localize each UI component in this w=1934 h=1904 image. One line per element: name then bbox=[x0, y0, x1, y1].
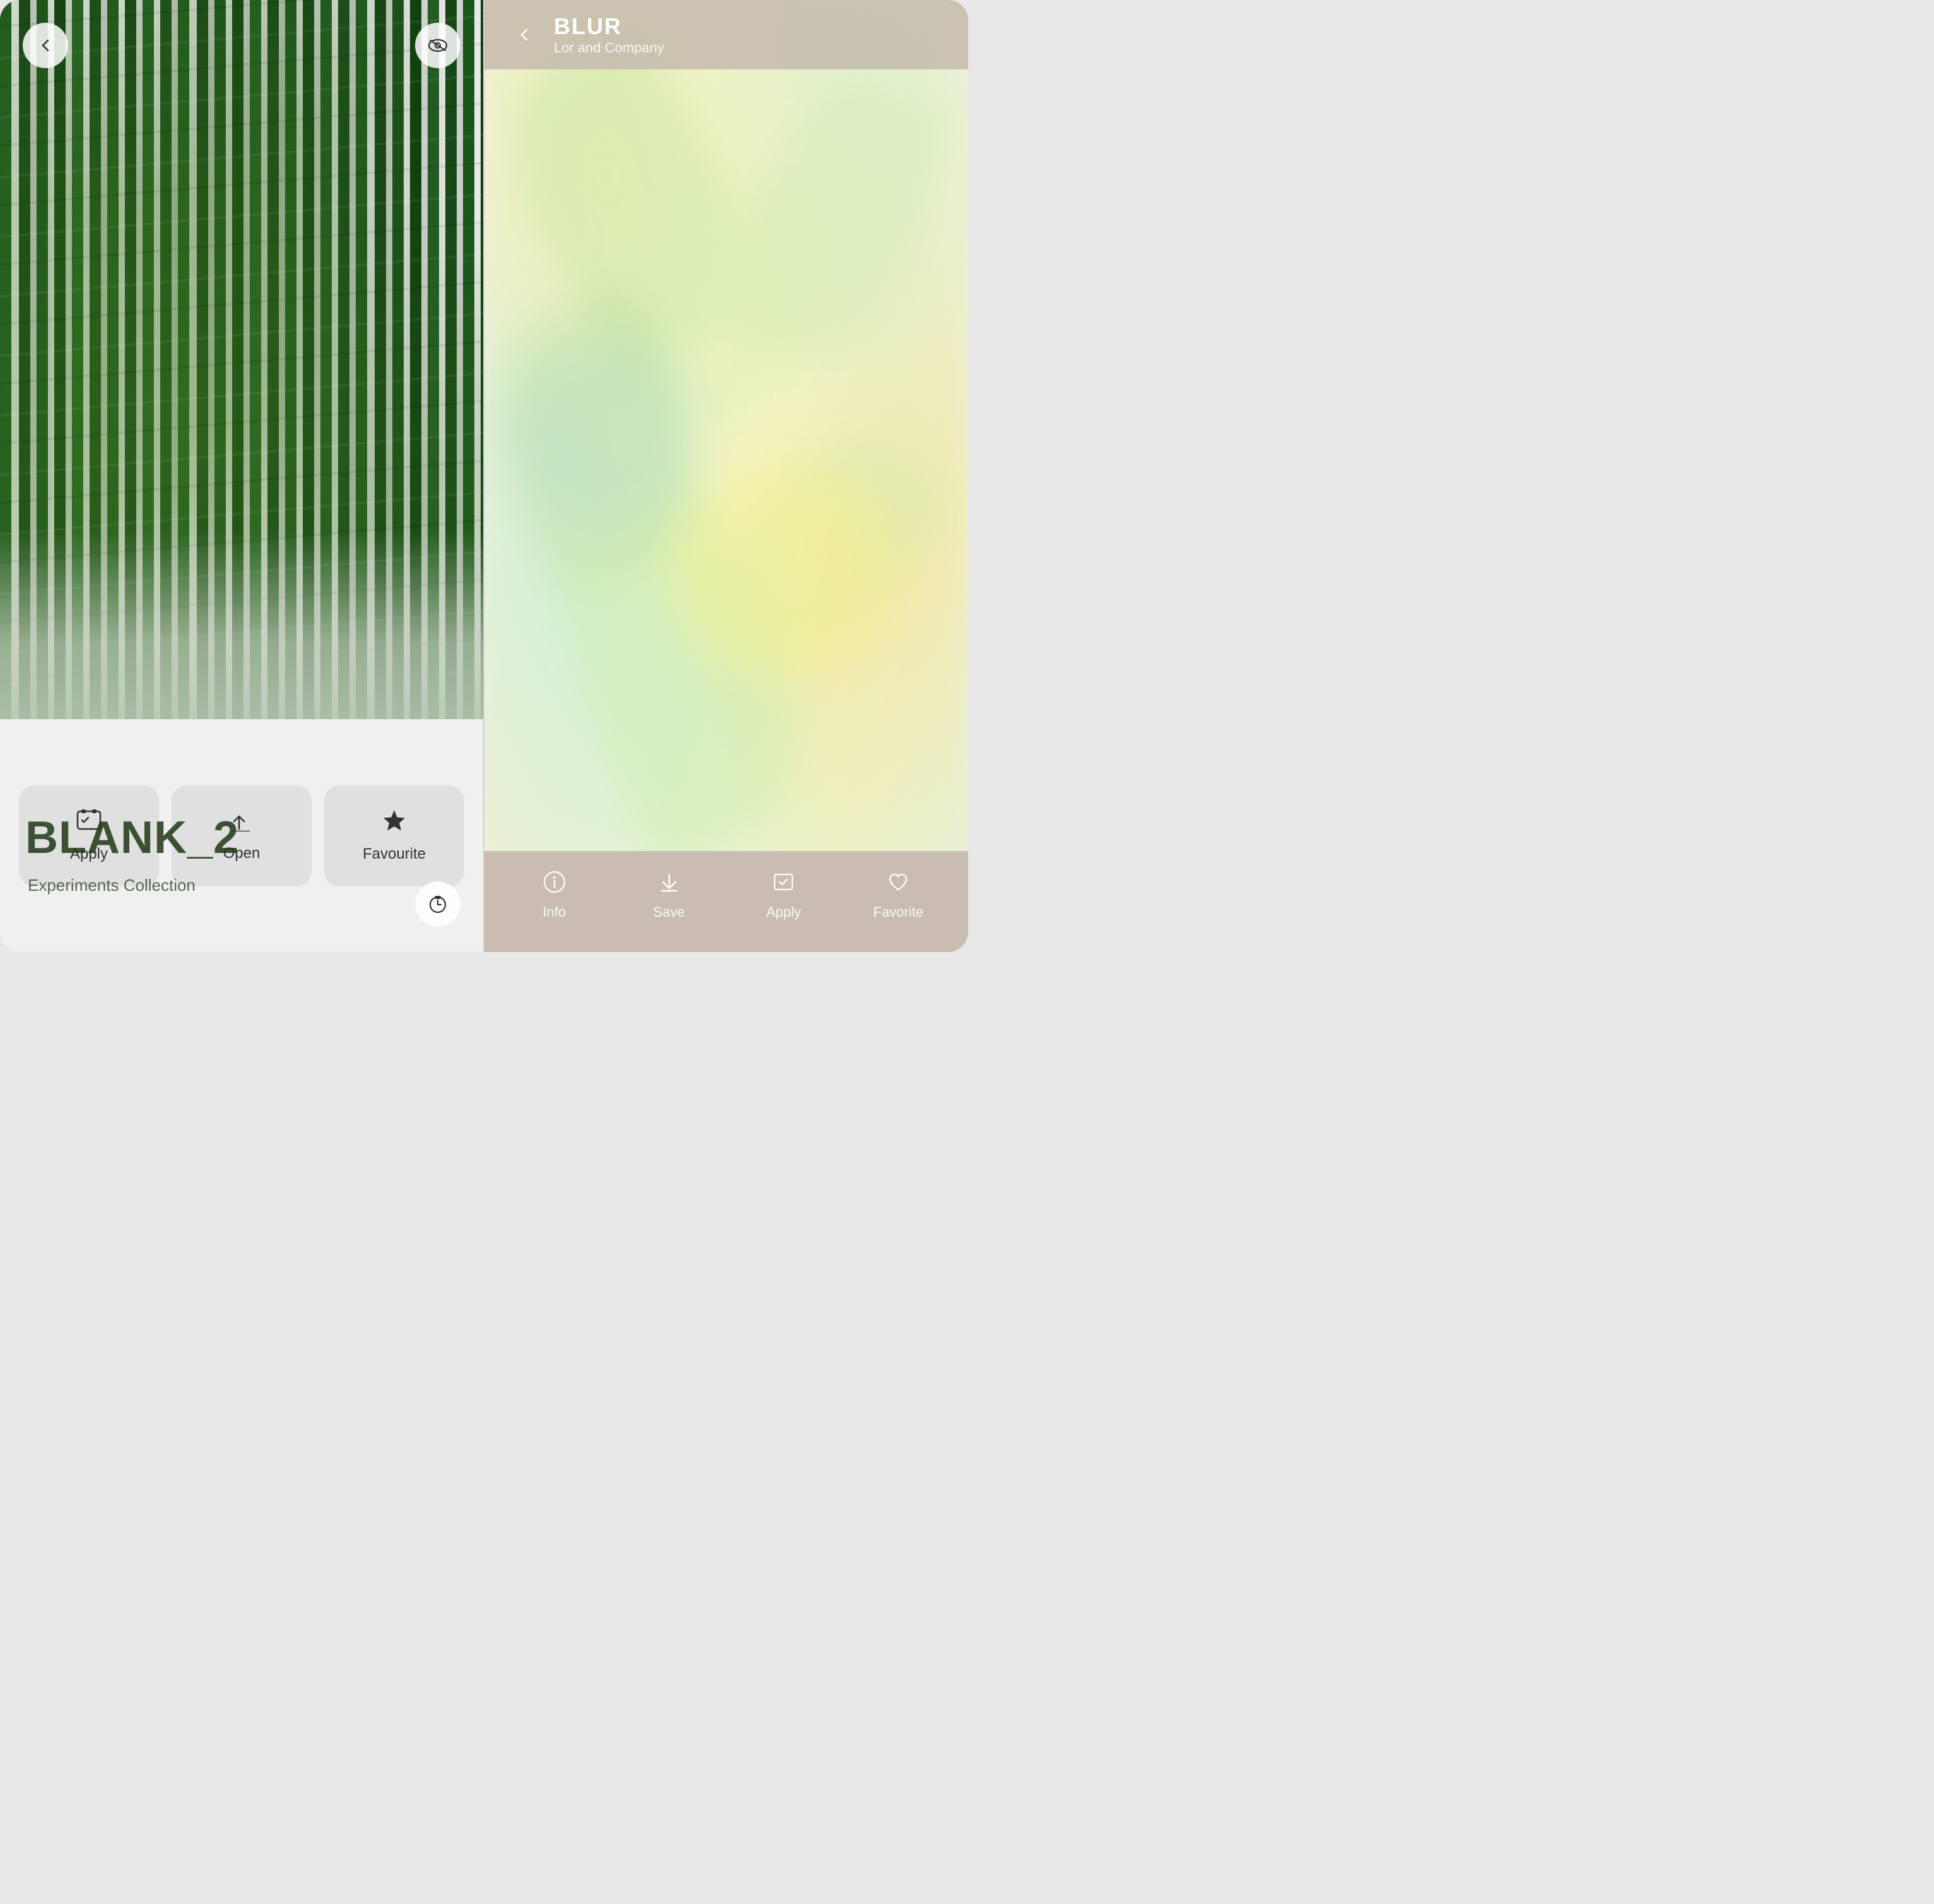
wallpaper-subtitle: Experiments Collection bbox=[28, 876, 196, 895]
right-header-subtitle: Lor and Company bbox=[554, 40, 664, 56]
blur-leaf-6 bbox=[723, 69, 953, 379]
save-label: Save bbox=[653, 904, 685, 920]
eye-toggle-button[interactable] bbox=[415, 23, 460, 68]
blur-teal-1 bbox=[508, 341, 698, 530]
blur-yellow-1 bbox=[675, 460, 896, 681]
tab-apply[interactable]: Apply bbox=[746, 864, 821, 927]
right-header-text: BLUR Lor and Company bbox=[554, 13, 664, 56]
left-panel: BLANK_2 Experiments Collection Apply bbox=[0, 0, 483, 952]
apply-tab-icon bbox=[772, 871, 795, 899]
favourite-icon bbox=[382, 808, 407, 838]
right-panel: BLUR Lor and Company Info bbox=[484, 0, 968, 952]
left-image-area bbox=[0, 0, 483, 719]
right-header: BLUR Lor and Company bbox=[484, 0, 968, 69]
tab-favorite[interactable]: Favorite bbox=[860, 864, 936, 927]
apply-tab-label: Apply bbox=[766, 904, 801, 920]
tab-info[interactable]: Info bbox=[517, 864, 592, 927]
favorite-icon bbox=[887, 871, 910, 899]
wallpaper-title: BLANK_2 bbox=[25, 812, 239, 864]
right-back-button[interactable] bbox=[507, 18, 541, 52]
right-header-title: BLUR bbox=[554, 13, 664, 40]
blur-shapes bbox=[484, 0, 968, 851]
timer-button[interactable] bbox=[415, 881, 460, 927]
save-icon bbox=[658, 871, 681, 899]
info-label: Info bbox=[543, 904, 566, 920]
favourite-button[interactable]: Favourite bbox=[324, 785, 464, 886]
right-image-area bbox=[484, 0, 968, 851]
back-button[interactable] bbox=[23, 23, 68, 68]
tab-save[interactable]: Save bbox=[631, 864, 707, 927]
image-bottom-gradient bbox=[0, 530, 483, 719]
favorite-label: Favorite bbox=[873, 904, 923, 920]
favourite-label: Favourite bbox=[363, 845, 426, 863]
info-icon bbox=[543, 871, 566, 899]
right-tab-bar: Info Save Apply bbox=[484, 851, 968, 952]
